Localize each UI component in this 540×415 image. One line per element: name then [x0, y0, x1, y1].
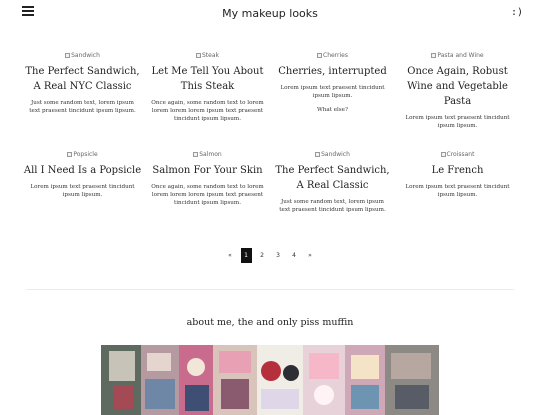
- post-image[interactable]: Popsicle: [23, 149, 142, 159]
- broken-image-icon: [315, 151, 321, 157]
- pagination-page-3[interactable]: 3: [273, 248, 284, 263]
- post-excerpt: Lorem ipsum text praesent tincidunt ipsu…: [280, 85, 385, 99]
- post-title[interactable]: All I Need Is a Popsicle: [23, 163, 142, 178]
- post-card: Sandwich The Perfect Sandwich, A Real Cl…: [273, 149, 392, 214]
- post-excerpt: Once again, some random text to lorem lo…: [151, 100, 264, 122]
- post-image[interactable]: Sandwich: [273, 149, 392, 159]
- post-title[interactable]: The Perfect Sandwich, A Real NYC Classic: [23, 64, 142, 94]
- post-image[interactable]: Salmon: [148, 149, 267, 159]
- broken-image-icon: [440, 151, 446, 157]
- post-title[interactable]: Le French: [398, 163, 517, 178]
- broken-image-icon: [431, 52, 437, 58]
- pagination: « 1 2 3 4 »: [0, 248, 540, 263]
- broken-image-icon: [67, 151, 73, 157]
- post-excerpt-extra: What else?: [317, 107, 348, 113]
- broken-image-icon: [317, 52, 322, 58]
- pagination-next[interactable]: »: [305, 248, 316, 263]
- post-image[interactable]: Steak: [148, 50, 267, 60]
- post-card: Popsicle All I Need Is a Popsicle Lorem …: [23, 149, 142, 214]
- section-divider: [26, 289, 514, 290]
- post-title[interactable]: Let Me Tell You About This Steak: [148, 64, 267, 94]
- pagination-page-2[interactable]: 2: [257, 248, 268, 263]
- pagination-prev[interactable]: «: [225, 248, 236, 263]
- post-excerpt: Just some random text, lorem ipsum text …: [279, 199, 386, 213]
- post-excerpt: Once again, some random text to lorem lo…: [151, 184, 264, 206]
- post-image[interactable]: Cherries: [273, 50, 392, 60]
- post-card: Sandwich The Perfect Sandwich, A Real NY…: [23, 50, 142, 130]
- post-image[interactable]: Sandwich: [23, 50, 142, 60]
- post-card: Cherries Cherries, interrupted Lorem ips…: [273, 50, 392, 130]
- post-card: Salmon Salmon For Your Skin Once again, …: [148, 149, 267, 214]
- post-title[interactable]: The Perfect Sandwich, A Real Classic: [273, 163, 392, 193]
- post-image[interactable]: Croissant: [398, 149, 517, 159]
- posts-grid-row-1: Sandwich The Perfect Sandwich, A Real NY…: [23, 50, 517, 130]
- about-heading: about me, the and only piss muffin: [186, 317, 354, 328]
- broken-image-icon: [195, 52, 201, 58]
- post-excerpt: Lorem ipsum text praesent tincidunt ipsu…: [405, 184, 510, 198]
- post-excerpt: Just some random text, lorem ipsum text …: [29, 100, 136, 114]
- post-image[interactable]: Pasta and Wine: [398, 50, 517, 60]
- post-title[interactable]: Salmon For Your Skin: [148, 163, 267, 178]
- post-title[interactable]: Once Again, Robust Wine and Vegetable Pa…: [398, 64, 517, 109]
- top-bar: My makeup looks :): [0, 0, 540, 28]
- pagination-page-4[interactable]: 4: [289, 248, 300, 263]
- broken-image-icon: [193, 151, 199, 157]
- broken-image-icon: [65, 52, 71, 58]
- post-card: Croissant Le French Lorem ipsum text pra…: [398, 149, 517, 214]
- post-card: Steak Let Me Tell You About This Steak O…: [148, 50, 267, 130]
- pagination-page-1[interactable]: 1: [240, 248, 252, 263]
- post-card: Pasta and Wine Once Again, Robust Wine a…: [398, 50, 517, 130]
- header-smiley: :): [510, 7, 523, 18]
- site-title: My makeup looks: [222, 7, 318, 20]
- posts-grid-row-2: Popsicle All I Need Is a Popsicle Lorem …: [23, 149, 517, 214]
- post-excerpt: Lorem ipsum text praesent tincidunt ipsu…: [30, 184, 135, 198]
- post-title[interactable]: Cherries, interrupted: [273, 64, 392, 79]
- post-excerpt: Lorem ipsum text praesent tincidunt ipsu…: [405, 115, 510, 129]
